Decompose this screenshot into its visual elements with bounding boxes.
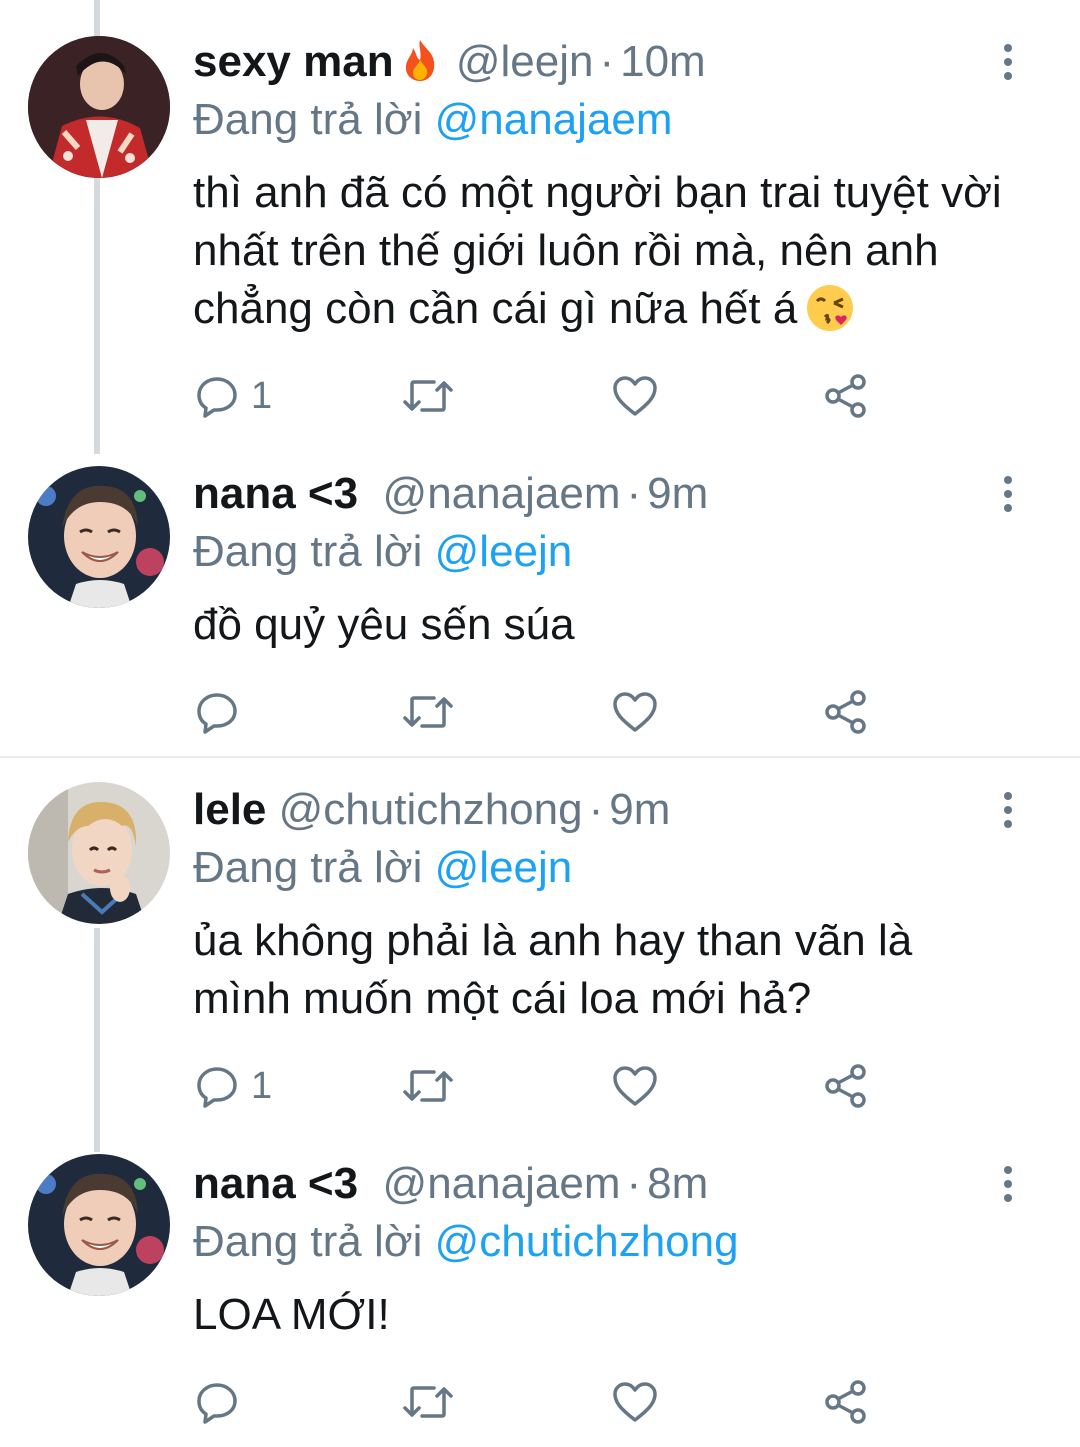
share-icon bbox=[825, 690, 866, 734]
tweet-text-content: ủa không phải là anh hay than vãn là mìn… bbox=[193, 916, 913, 1023]
mention-link[interactable]: @nanajaem bbox=[435, 95, 673, 144]
replying-label: Đang trả lời bbox=[193, 1217, 423, 1266]
more-vertical-icon[interactable] bbox=[990, 1154, 1026, 1214]
display-name[interactable]: sexy man bbox=[193, 37, 394, 86]
tweet-header: nana <3 @nanajaem · 9m bbox=[193, 464, 990, 524]
like-icon bbox=[613, 1382, 657, 1422]
like-button[interactable] bbox=[612, 1372, 670, 1432]
share-button[interactable] bbox=[824, 682, 868, 742]
user-handle[interactable]: @nanajaem bbox=[383, 1159, 621, 1208]
retweet-icon bbox=[403, 380, 453, 412]
tweet-text: ủa không phải là anh hay than vãn là mìn… bbox=[193, 912, 983, 1028]
share-icon bbox=[825, 1064, 866, 1108]
replying-to: Đang trả lời @leejn bbox=[193, 838, 572, 898]
retweet-icon bbox=[403, 696, 453, 728]
reply-button[interactable] bbox=[195, 1372, 251, 1432]
share-button[interactable] bbox=[824, 1372, 868, 1432]
like-icon bbox=[613, 1066, 657, 1106]
timestamp[interactable]: 9m bbox=[647, 469, 708, 518]
user-handle[interactable]: @nanajaem bbox=[383, 469, 621, 518]
more-vertical-icon[interactable] bbox=[990, 780, 1026, 840]
tweet-text: đồ quỷ yêu sến súa bbox=[193, 596, 1023, 654]
tweet-header: nana <3 @nanajaem · 8m bbox=[193, 1154, 990, 1214]
display-name[interactable]: lele bbox=[193, 785, 266, 834]
tweet-text: LOA MỚI! bbox=[193, 1286, 1023, 1344]
replying-label: Đang trả lời bbox=[193, 95, 423, 144]
tweet[interactable]: nana <3 @nanajaem · 8m Đang trả lời @chuti… bbox=[0, 1142, 1080, 1447]
reply-button[interactable]: 1 bbox=[195, 1056, 272, 1116]
separator-dot: · bbox=[626, 469, 642, 518]
like-button[interactable] bbox=[612, 366, 670, 426]
reply-icon bbox=[197, 1067, 237, 1108]
retweet-icon bbox=[403, 1070, 453, 1102]
tweet-actions: 1 bbox=[0, 1056, 1080, 1116]
tweet-header: lele @chutichzhong · 9m bbox=[193, 780, 990, 840]
like-button[interactable] bbox=[612, 1056, 670, 1116]
tweet-actions bbox=[0, 1372, 1080, 1432]
avatar[interactable] bbox=[28, 36, 170, 178]
like-button[interactable] bbox=[612, 682, 670, 742]
tweet[interactable]: sexy man @leejn · 10m Đang trả lời @nanaja… bbox=[0, 0, 1080, 456]
retweet-button[interactable] bbox=[402, 1372, 466, 1432]
retweet-icon bbox=[403, 1386, 453, 1418]
tweet-text-content: thì anh đã có một người bạn trai tuyệt v… bbox=[193, 168, 1002, 333]
mention-link[interactable]: @leejn bbox=[435, 527, 573, 576]
timestamp[interactable]: 9m bbox=[609, 785, 670, 834]
mention-link[interactable]: @chutichzhong bbox=[435, 1217, 739, 1266]
reply-count: 1 bbox=[251, 374, 273, 417]
reply-icon bbox=[197, 693, 237, 734]
fire-icon bbox=[400, 38, 440, 82]
user-handle[interactable]: @leejn bbox=[456, 37, 594, 86]
display-name[interactable]: nana <3 bbox=[193, 1159, 358, 1208]
share-icon bbox=[825, 374, 866, 418]
share-button[interactable] bbox=[824, 1056, 868, 1116]
reply-icon bbox=[197, 1383, 237, 1424]
replying-to: Đang trả lời @leejn bbox=[193, 522, 572, 582]
reply-button[interactable]: 1 bbox=[195, 366, 272, 426]
timestamp[interactable]: 10m bbox=[620, 37, 706, 86]
tweet-actions: 1 bbox=[0, 366, 1080, 426]
avatar[interactable] bbox=[28, 1154, 170, 1296]
replying-label: Đang trả lời bbox=[193, 527, 423, 576]
reply-icon bbox=[197, 377, 237, 418]
reply-button[interactable] bbox=[195, 682, 251, 742]
tweet[interactable]: lele @chutichzhong · 9m Đang trả lời @leej… bbox=[0, 758, 1080, 1142]
separator-dot: · bbox=[588, 785, 604, 834]
user-handle[interactable]: @chutichzhong bbox=[279, 785, 583, 834]
retweet-button[interactable] bbox=[402, 682, 466, 742]
timestamp[interactable]: 8m bbox=[647, 1159, 708, 1208]
like-icon bbox=[613, 376, 657, 416]
share-icon bbox=[825, 1380, 866, 1424]
separator-dot: · bbox=[626, 1159, 642, 1208]
avatar[interactable] bbox=[28, 466, 170, 608]
like-icon bbox=[613, 692, 657, 732]
replying-to: Đang trả lời @chutichzhong bbox=[193, 1212, 739, 1272]
display-name[interactable]: nana <3 bbox=[193, 469, 358, 518]
tweet-actions bbox=[0, 682, 1080, 742]
avatar[interactable] bbox=[28, 782, 170, 924]
retweet-button[interactable] bbox=[402, 1056, 466, 1116]
more-vertical-icon[interactable] bbox=[990, 32, 1026, 92]
replying-to: Đang trả lời @nanajaem bbox=[193, 90, 673, 150]
face-blowing-a-kiss-icon bbox=[805, 283, 855, 333]
tweet-text-content: đồ quỷ yêu sến súa bbox=[193, 600, 575, 649]
tweet-text: thì anh đã có một người bạn trai tuyệt v… bbox=[193, 164, 1023, 338]
mention-link[interactable]: @leejn bbox=[435, 843, 573, 892]
share-button[interactable] bbox=[824, 366, 868, 426]
retweet-button[interactable] bbox=[402, 366, 466, 426]
reply-count: 1 bbox=[251, 1064, 273, 1107]
replying-label: Đang trả lời bbox=[193, 843, 423, 892]
more-vertical-icon[interactable] bbox=[990, 464, 1026, 524]
tweet-header: sexy man @leejn · 10m bbox=[193, 32, 990, 92]
tweet[interactable]: nana <3 @nanajaem · 9m Đang trả lời @leejn… bbox=[0, 456, 1080, 756]
tweet-text-content: LOA MỚI! bbox=[193, 1290, 390, 1339]
separator-dot: · bbox=[599, 37, 615, 86]
